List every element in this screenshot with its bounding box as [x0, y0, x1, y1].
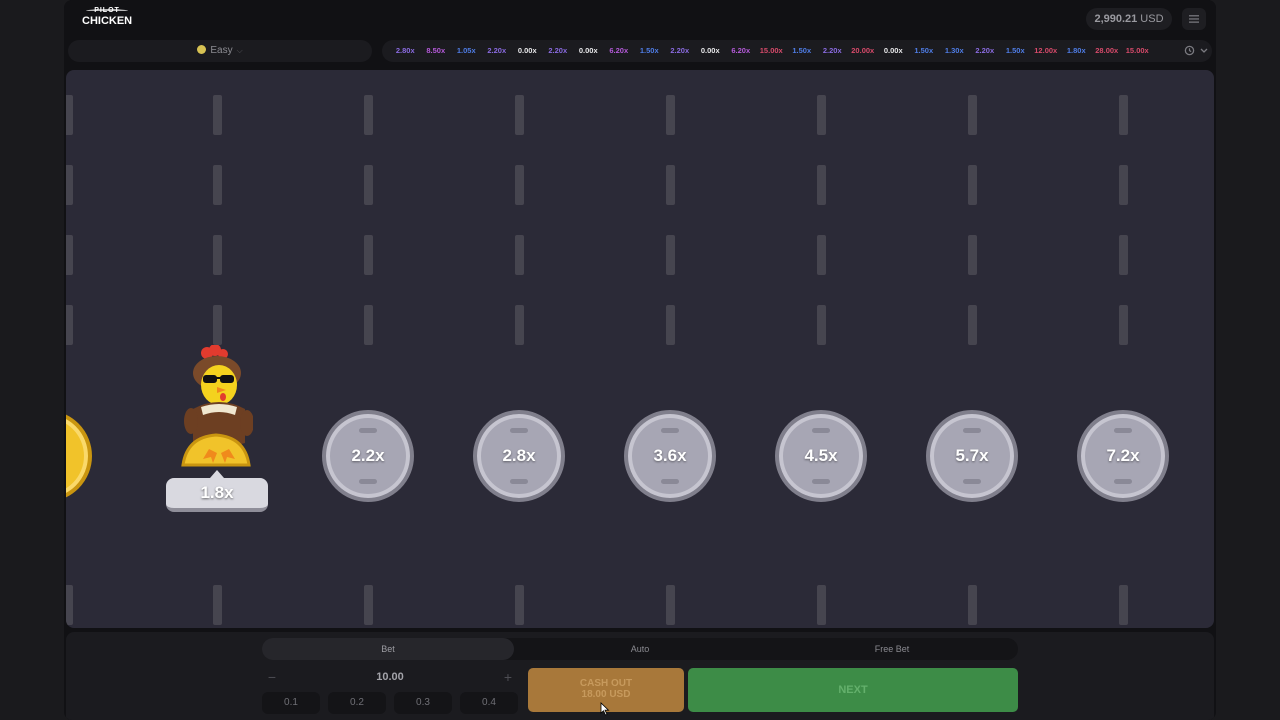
lane-divider [816, 70, 826, 628]
history-item: 1.50x [914, 46, 934, 55]
balance-amount: 2,990.21 [1094, 13, 1138, 25]
quick-bet-button[interactable]: 0.4 [460, 692, 518, 714]
chevron-down-icon [1200, 48, 1208, 53]
logo-wings [86, 9, 128, 13]
increase-bet-button[interactable]: + [498, 666, 518, 688]
tab-free-bet[interactable]: Free Bet [766, 638, 1018, 660]
multiplier-history: 2.80x 8.50x 1.05x 2.20x 0.00x 2.20x 0.00x 6.20x… [382, 40, 1212, 62]
header: PILOT CHICKEN 2,990.21 USD [64, 0, 1216, 38]
history-item: 0.00x [700, 46, 720, 55]
multiplier-coin[interactable]: 3.6x [624, 410, 716, 502]
history-item: 6.20x [609, 46, 629, 55]
history-item: 0.00x [883, 46, 903, 55]
coin-multiplier-label: 3.6x [653, 446, 687, 465]
history-item: 15.00x [759, 46, 783, 55]
chick-icon [197, 45, 207, 54]
passed-coin: 1.5x [66, 410, 92, 502]
history-item: 2.20x [822, 46, 842, 55]
history-item: 20.00x [851, 46, 875, 55]
history-item: 15.00x [1125, 46, 1149, 55]
history-item: 2.20x [548, 46, 568, 55]
bet-amount-stepper: − 10.00 + [262, 666, 518, 688]
quick-bet-button[interactable]: 0.3 [394, 692, 452, 714]
game-board: 1.5x 1.8x 2.2x 2.8x 3.6x 4.5x 5.7x 7.2x [66, 70, 1214, 628]
menu-button[interactable] [1182, 8, 1206, 30]
balance-display: 2,990.21 USD [1086, 8, 1172, 30]
bet-amount-input[interactable]: 10.00 [292, 666, 488, 688]
mode-tabs: Bet Auto Free Bet [262, 638, 1018, 660]
multiplier-coin[interactable]: 4.5x [775, 410, 867, 502]
multiplier-coin[interactable]: 7.2x [1077, 410, 1169, 502]
tab-auto[interactable]: Auto [514, 638, 766, 660]
coin-multiplier-label: 4.5x [804, 446, 838, 465]
coin-multiplier-label: 7.2x [1106, 446, 1140, 465]
quick-bet-button[interactable]: 0.1 [262, 692, 320, 714]
history-item: 0.00x [517, 46, 537, 55]
multiplier-coin[interactable]: 5.7x [926, 410, 1018, 502]
history-item: 1.05x [456, 46, 476, 55]
lane-divider [66, 70, 73, 628]
history-item: 6.20x [731, 46, 751, 55]
multiplier-coin[interactable]: 2.2x [322, 410, 414, 502]
lane-divider [514, 70, 524, 628]
chicken-pilot-icon [181, 345, 253, 467]
mouse-cursor-icon [600, 702, 610, 716]
lane-divider [363, 70, 373, 628]
decrease-bet-button[interactable]: − [262, 666, 282, 688]
cash-out-amount: 18.00 USD [581, 689, 631, 700]
history-item: 8.50x [426, 46, 446, 55]
coin-multiplier-label: 5.7x [955, 446, 989, 465]
history-item: 1.50x [792, 46, 812, 55]
history-item: 2.20x [975, 46, 995, 55]
game-window: PILOT CHICKEN 2,990.21 USD Easy ⌵ 2.80x 8.5… [64, 0, 1216, 720]
coin-multiplier-label: 2.2x [351, 446, 385, 465]
history-item: 12.00x [1034, 46, 1058, 55]
coin-multiplier-label: 2.8x [502, 446, 536, 465]
history-item: 2.80x [395, 46, 415, 55]
history-item: 1.30x [944, 46, 964, 55]
current-multiplier-label: 1.8x [166, 470, 268, 512]
bet-controls: Bet Auto Free Bet − 10.00 + 0.1 0.2 0.3 … [66, 632, 1214, 720]
pilot-chicken-logo: PILOT CHICKEN [82, 7, 133, 27]
history-item: 28.00x [1095, 46, 1119, 55]
chevron-down-icon: ⌵ [236, 46, 243, 55]
tab-bet[interactable]: Bet [262, 638, 514, 660]
difficulty-label: Easy [210, 45, 233, 56]
history-button[interactable] [1178, 40, 1212, 62]
coin-multiplier-label: 1.5x [66, 414, 88, 498]
lane-divider [665, 70, 675, 628]
next-button[interactable]: NEXT [688, 668, 1018, 712]
lane-divider [967, 70, 977, 628]
multiplier-coin[interactable]: 2.8x [473, 410, 565, 502]
balance-currency: USD [1140, 13, 1164, 25]
history-list: 2.80x 8.50x 1.05x 2.20x 0.00x 2.20x 0.00x 6.20x… [390, 40, 1168, 62]
quick-bet-button[interactable]: 0.2 [328, 692, 386, 714]
history-item: 0.00x [578, 46, 598, 55]
history-item: 1.50x [1005, 46, 1025, 55]
history-item: 2.20x [670, 46, 690, 55]
lane-divider [1118, 70, 1128, 628]
difficulty-select[interactable]: Easy ⌵ [68, 40, 372, 62]
history-item: 1.50x [639, 46, 659, 55]
cash-out-label: CASH OUT [579, 678, 633, 689]
history-icon [1184, 45, 1195, 56]
menu-icon [1189, 15, 1199, 23]
history-item: 2.20x [487, 46, 507, 55]
history-item: 1.80x [1066, 46, 1086, 55]
